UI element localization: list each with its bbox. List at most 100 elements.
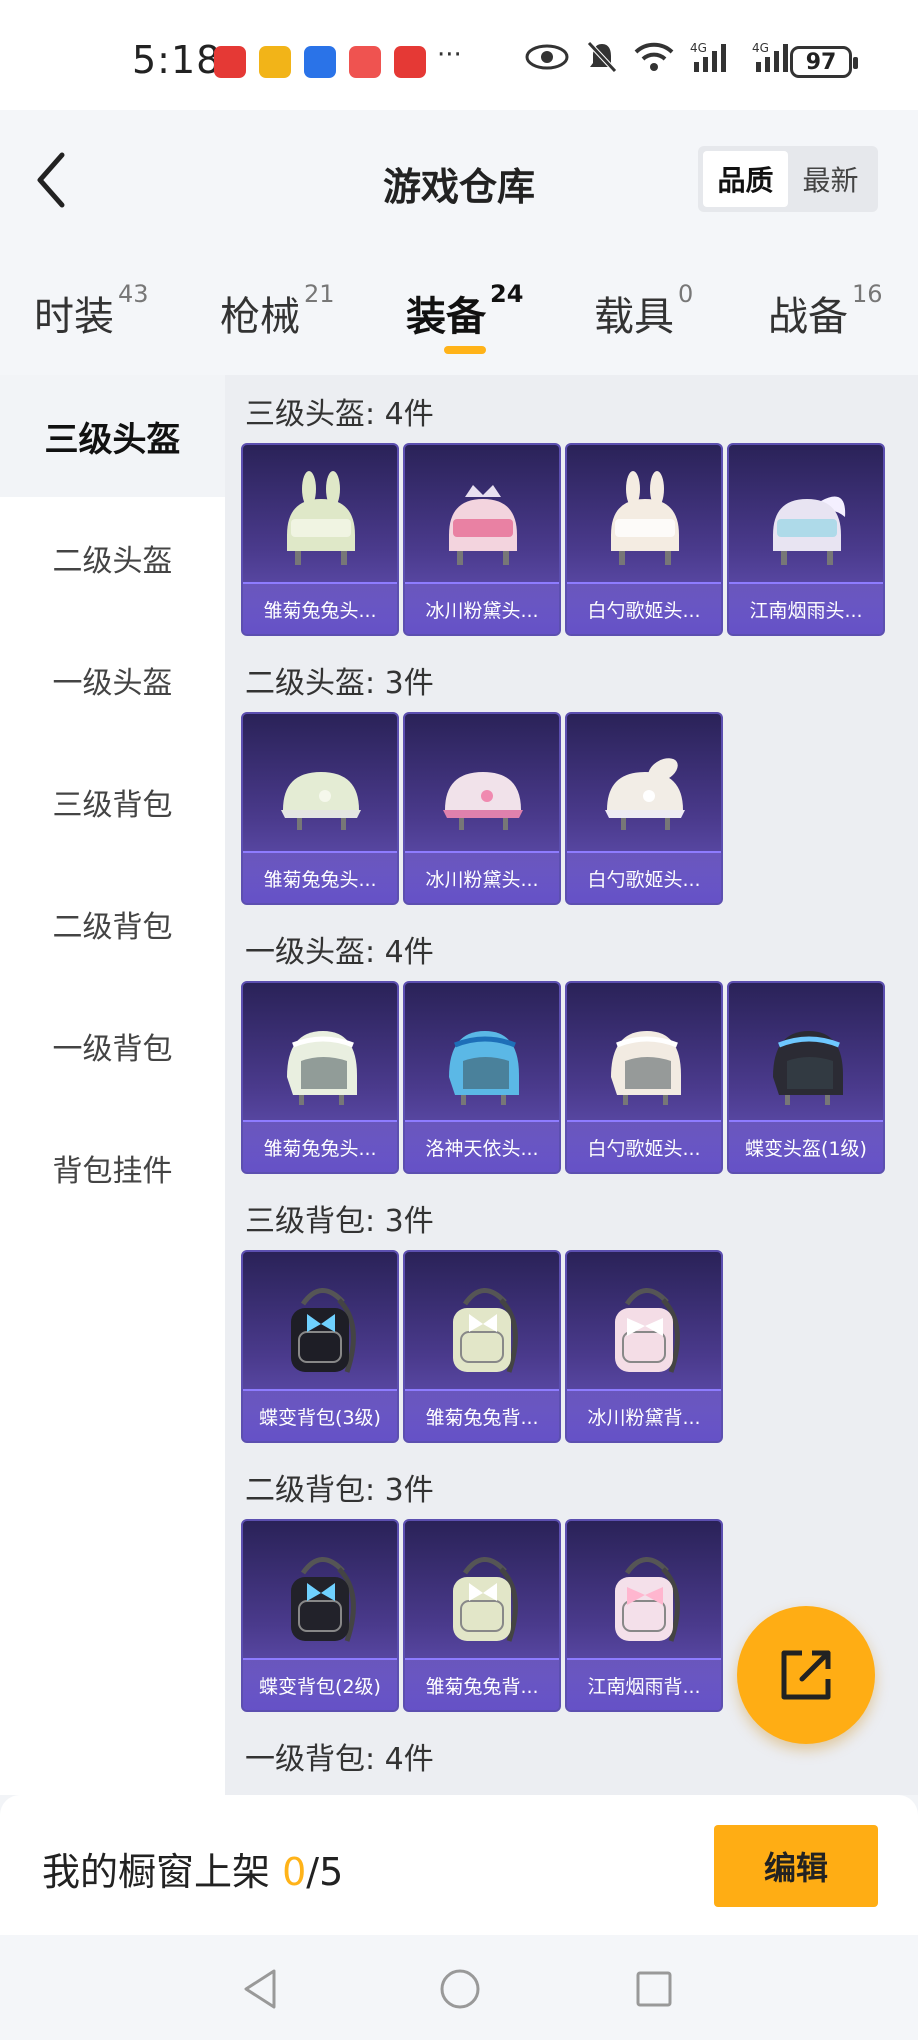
huawei-app-icon [394, 46, 426, 78]
item-label-bar: 雏菊兔兔头... [243, 851, 397, 903]
helmet-white-lv2-image [597, 736, 693, 846]
item-label-bar: 雏菊兔兔头... [243, 1120, 397, 1172]
item-name: 白勺歌姬头... [587, 868, 701, 891]
triangle-back-icon [244, 1969, 276, 2009]
item-label-bar: 白勺歌姬头... [567, 851, 721, 903]
active-tab-indicator [444, 346, 486, 354]
item-name: 蝶变背包(2级) [259, 1675, 381, 1698]
item-label-bar: 蝶变背包(3级) [243, 1389, 397, 1441]
tab-vehicles[interactable]: 载具 0 [594, 280, 693, 342]
battery-indicator: 97 [790, 46, 858, 78]
app-icon [259, 46, 291, 78]
more-notifications: ··· [437, 40, 462, 70]
system-nav-bar [0, 1935, 918, 2040]
huawei-store-icon [214, 46, 246, 78]
section-title: 一级背包: 4件 [245, 1742, 434, 1777]
category-tabs: 时装 43 枪械 21 装备 24 载具 0 战备 16 [0, 250, 918, 375]
circle-home-icon [440, 1969, 480, 2009]
sidebar-item-lv2-helmet[interactable]: 二级头盔 [0, 497, 225, 619]
tab-label: 时装 [34, 294, 114, 340]
backpack-pink-lv3-image [597, 1274, 693, 1384]
sidebar-item-backpack-pendant[interactable]: 背包挂件 [0, 1107, 225, 1229]
item-card[interactable]: 雏菊兔兔头... [241, 712, 399, 905]
tab-count: 21 [304, 280, 335, 308]
item-grid: 三级头盔: 4件 雏菊兔兔头... 冰川粉黛头... 白勺歌姬头... 江南烟雨头...… [225, 375, 918, 1795]
tab-fashion[interactable]: 时装 43 [34, 280, 149, 342]
tab-supplies[interactable]: 战备 16 [768, 280, 883, 342]
tab-label: 装备 [406, 294, 486, 340]
backpack-pink-lv2-image [597, 1543, 693, 1653]
item-card[interactable]: 江南烟雨头... [727, 443, 885, 636]
item-card[interactable]: 白勺歌姬头... [565, 443, 723, 636]
nav-home-button[interactable] [430, 1959, 490, 2019]
item-card[interactable]: 蝶变头盔(1级) [727, 981, 885, 1174]
chevron-left-icon [37, 152, 65, 208]
book-icon [349, 46, 381, 78]
item-name: 雏菊兔兔头... [263, 868, 377, 891]
item-card[interactable]: 江南烟雨背... [565, 1519, 723, 1712]
tab-count: 16 [852, 280, 883, 308]
item-card[interactable]: 冰川粉黛头... [403, 712, 561, 905]
section-title: 三级头盔: 4件 [245, 397, 434, 432]
tab-equipment[interactable]: 装备 24 [406, 280, 523, 342]
item-name: 冰川粉黛头... [425, 868, 539, 891]
item-card[interactable]: 蝶变背包(3级) [241, 1250, 399, 1443]
back-button[interactable] [26, 150, 76, 210]
sidebar-item-lv2-backpack[interactable]: 二级背包 [0, 863, 225, 985]
item-name: 蝶变头盔(1级) [745, 1137, 867, 1160]
sidebar-item-lv3-helmet[interactable]: 三级头盔 [0, 375, 225, 497]
showcase-total: /5 [306, 1850, 344, 1894]
item-card[interactable]: 白勺歌姬头... [565, 712, 723, 905]
item-card[interactable]: 冰川粉黛背... [565, 1250, 723, 1443]
item-label-bar: 冰川粉黛背... [567, 1389, 721, 1441]
helmet-green-lv1-image [273, 1005, 369, 1115]
share-external-icon [781, 1650, 831, 1700]
helmet-green-lv2-image [273, 736, 369, 846]
sidebar-item-lv1-helmet[interactable]: 一级头盔 [0, 619, 225, 741]
helmet-rabbit-lv3-image [273, 467, 369, 577]
helmet-white-lv1-image [597, 1005, 693, 1115]
item-card[interactable]: 雏菊兔兔头... [241, 981, 399, 1174]
item-card[interactable]: 雏菊兔兔背... [403, 1250, 561, 1443]
tab-guns[interactable]: 枪械 21 [220, 280, 335, 342]
eye-icon [525, 44, 569, 70]
sort-newest-option[interactable]: 最新 [788, 151, 873, 207]
svg-text:4G: 4G [752, 41, 769, 55]
backpack-green-lv2-image [435, 1543, 531, 1653]
square-recents-icon [636, 1971, 672, 2007]
item-label-bar: 江南烟雨头... [729, 582, 883, 634]
sort-toggle: 品质 最新 [698, 146, 878, 212]
section-title: 二级背包: 3件 [245, 1473, 434, 1508]
item-name: 白勺歌姬头... [587, 1137, 701, 1160]
item-label-bar: 江南烟雨背... [567, 1658, 721, 1710]
item-label-bar: 洛神天依头... [405, 1120, 559, 1172]
sidebar-item-lv1-backpack[interactable]: 一级背包 [0, 985, 225, 1107]
sidebar: 三级头盔 二级头盔 一级头盔 三级背包 二级背包 一级背包 背包挂件 [0, 375, 225, 1795]
notification-icons [214, 46, 426, 78]
item-label-bar: 冰川粉黛头... [405, 582, 559, 634]
section-title: 三级背包: 3件 [245, 1204, 434, 1239]
sidebar-item-lv3-backpack[interactable]: 三级背包 [0, 741, 225, 863]
item-name: 雏菊兔兔背... [425, 1675, 539, 1698]
sort-quality-option[interactable]: 品质 [703, 151, 788, 207]
tab-label: 枪械 [220, 294, 300, 340]
item-card[interactable]: 洛神天依头... [403, 981, 561, 1174]
item-name: 雏菊兔兔头... [263, 599, 377, 622]
share-button[interactable] [737, 1606, 875, 1744]
item-card[interactable]: 冰川粉黛头... [403, 443, 561, 636]
backpack-green-lv3-image [435, 1274, 531, 1384]
edit-button[interactable]: 编辑 [714, 1825, 878, 1907]
item-card[interactable]: 雏菊兔兔背... [403, 1519, 561, 1712]
helmet-pink-lv2-image [435, 736, 531, 846]
showcase-current: 0 [282, 1850, 307, 1894]
item-label-bar: 白勺歌姬头... [567, 582, 721, 634]
item-card[interactable]: 蝶变背包(2级) [241, 1519, 399, 1712]
bulb-icon [304, 46, 336, 78]
nav-recents-button[interactable] [624, 1959, 684, 2019]
nav-back-button[interactable] [230, 1959, 290, 2019]
item-card[interactable]: 雏菊兔兔头... [241, 443, 399, 636]
helmet-pink-lv3-image [435, 467, 531, 577]
tab-count: 43 [118, 280, 149, 308]
item-card[interactable]: 白勺歌姬头... [565, 981, 723, 1174]
